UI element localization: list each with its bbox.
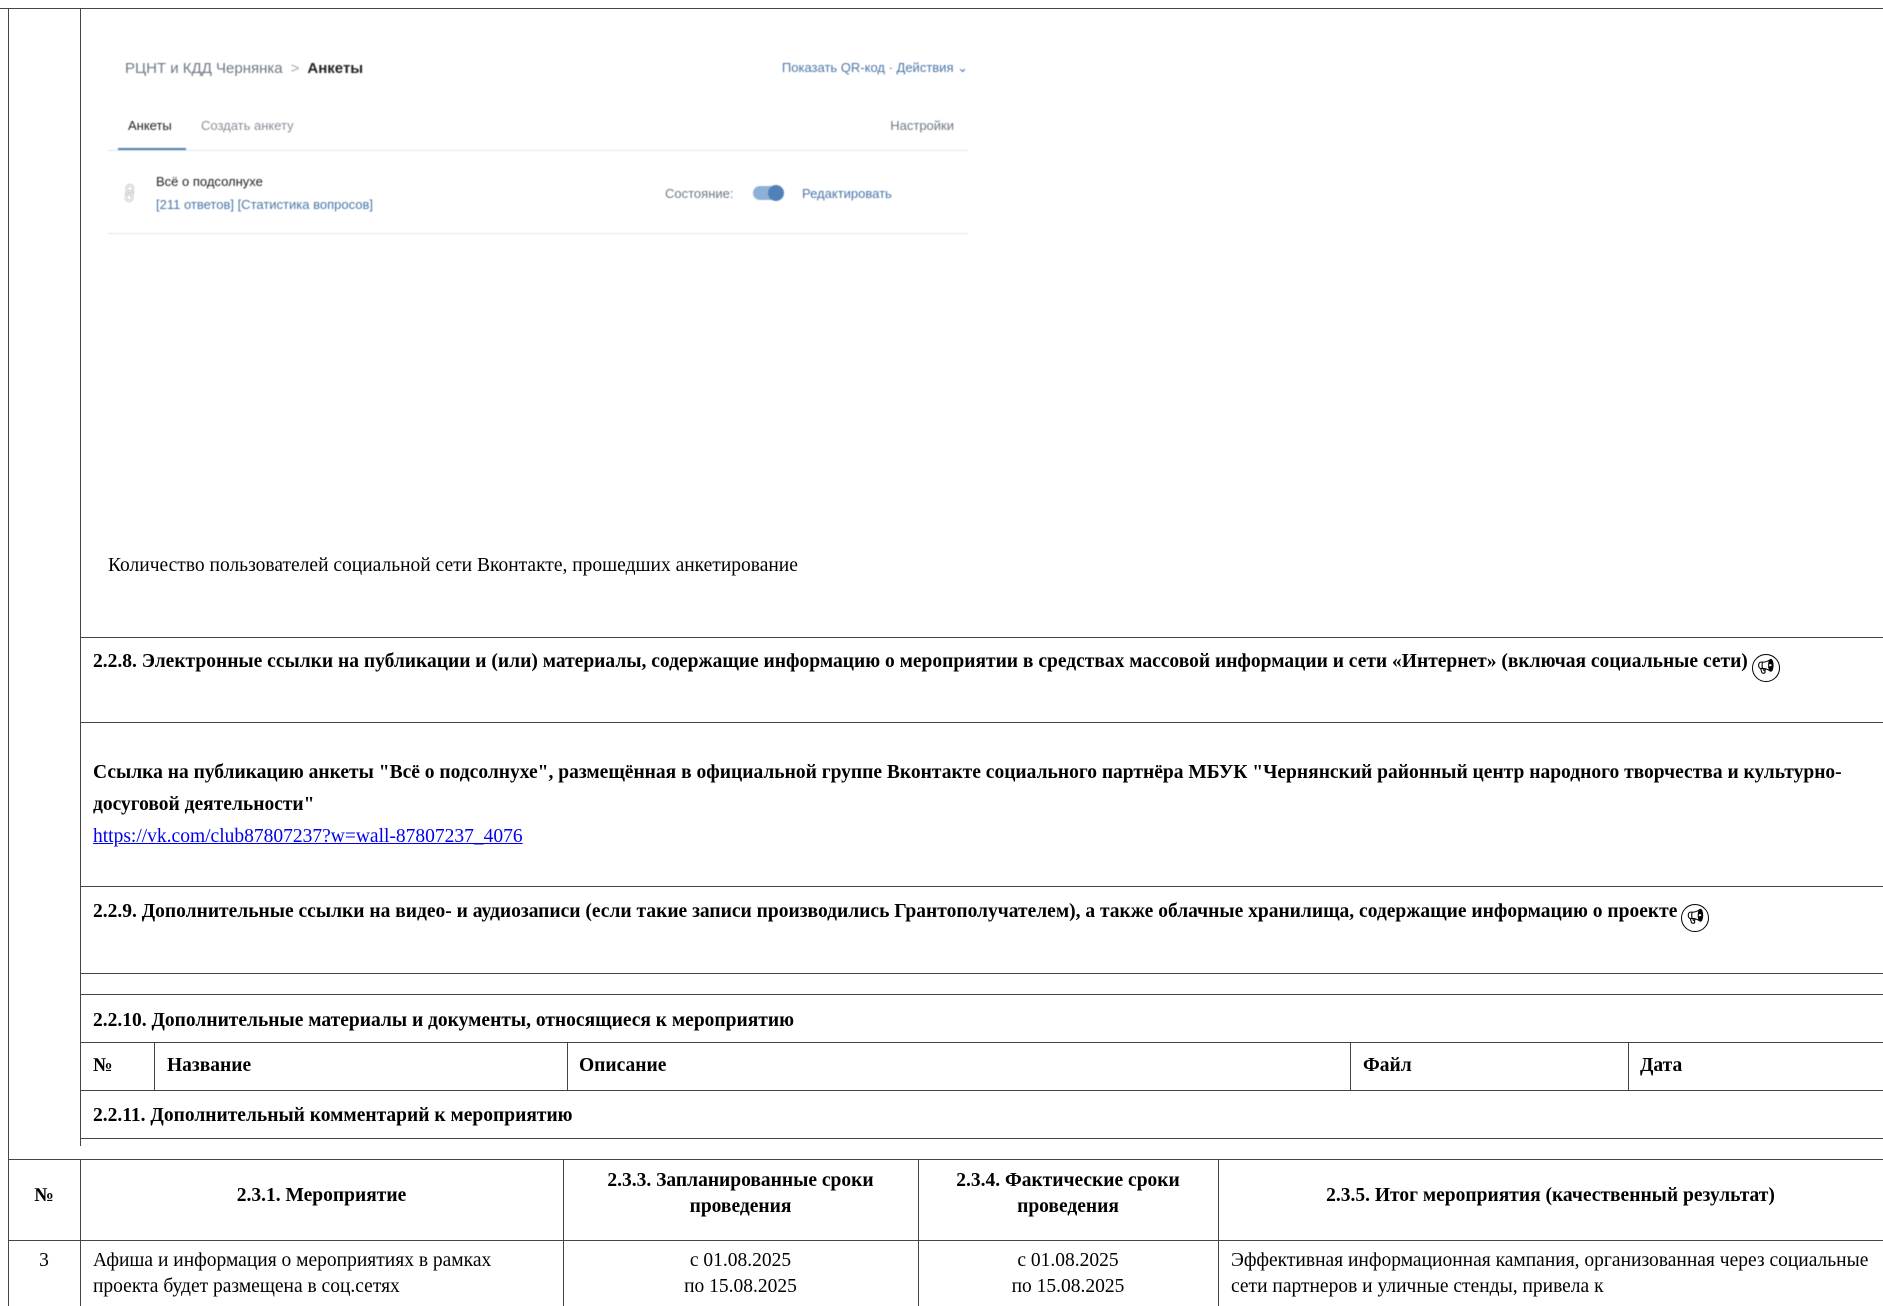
section-divider — [80, 994, 1883, 995]
col-divider — [1350, 1042, 1351, 1091]
qr-actions-link[interactable]: Показать QR-код · Действия ⌄ — [782, 60, 968, 76]
survey-title[interactable]: Всё о подсолнухе — [156, 174, 263, 189]
section-2-2-8-heading: 2.2.8. Электронные ссылки на публикации … — [93, 646, 1883, 682]
col-divider — [80, 1159, 81, 1306]
events-col-planned: 2.3.3. Запланированные сроки проведения — [607, 1170, 874, 1217]
left-border — [8, 8, 9, 1306]
megaphone-icon: 📢︎ — [1751, 654, 1780, 682]
col-divider — [567, 1042, 568, 1091]
section-divider — [80, 886, 1883, 887]
events-table-top — [8, 1159, 1883, 1160]
divider — [108, 150, 968, 151]
section-2-2-9-heading: 2.2.9. Дополнительные ссылки на видео- и… — [93, 896, 1883, 932]
section-2-2-11-heading: 2.2.11. Дополнительный комментарий к мер… — [93, 1105, 573, 1126]
materials-col-num: № — [93, 1055, 113, 1076]
events-col-result: 2.3.5. Итог мероприятия (качественный ре… — [1326, 1185, 1775, 1206]
section-divider — [80, 1138, 1883, 1139]
publication-link-wrapper: https://vk.com/club87807237?w=wall-87807… — [93, 824, 523, 850]
vk-survey-screenshot: РЦНТ и КДД Чернянка > Анкеты Показать QR-к… — [98, 40, 968, 240]
events-col-actual: 2.3.4. Фактические сроки проведения — [956, 1170, 1180, 1217]
toggle-knob — [768, 185, 784, 201]
events-col-event: 2.3.1. Мероприятие — [236, 1185, 407, 1206]
section-2-2-9-text: 2.2.9. Дополнительные ссылки на видео- и… — [93, 901, 1678, 922]
survey-stats-link[interactable]: [211 ответов] [Статистика вопросов] — [156, 197, 373, 212]
state-toggle[interactable] — [753, 185, 784, 201]
breadcrumb: РЦНТ и КДД Чернянка > Анкеты — [125, 60, 363, 77]
megaphone-icon: 📢︎ — [1681, 904, 1710, 932]
section-2-2-8-text: 2.2.8. Электронные ссылки на публикации … — [93, 651, 1748, 672]
event-row-result: Эффективная информационная кампания, орг… — [1231, 1250, 1869, 1297]
actual-to: по 15.08.2025 — [1011, 1276, 1125, 1297]
events-header-bottom — [8, 1240, 1883, 1241]
event-row-actual: с 01.08.2025 по 15.08.2025 — [918, 1248, 1218, 1300]
screenshot-caption: Количество пользователей социальной сети… — [108, 555, 798, 576]
edit-link[interactable]: Редактировать — [802, 186, 892, 201]
planned-from: с 01.08.2025 — [689, 1250, 792, 1271]
inner-left-border — [80, 8, 81, 1146]
divider — [108, 233, 968, 234]
tab-surveys[interactable]: Анкеты — [128, 118, 172, 133]
materials-col-file: Файл — [1363, 1055, 1412, 1076]
section-divider — [80, 973, 1883, 974]
section-divider — [80, 722, 1883, 723]
settings-link[interactable]: Настройки — [890, 118, 954, 133]
breadcrumb-current: Анкеты — [307, 60, 364, 77]
breadcrumb-org[interactable]: РЦНТ и КДД Чернянка — [125, 60, 283, 77]
publication-description: Ссылка на публикацию анкеты "Всё о подсо… — [93, 762, 1842, 815]
tab-create-survey[interactable]: Создать анкету — [201, 118, 294, 133]
table-top — [80, 1042, 1883, 1043]
link-icon: 🔗︎ — [117, 180, 143, 207]
materials-col-description: Описание — [579, 1055, 667, 1076]
table-bottom — [80, 1090, 1883, 1091]
publication-link[interactable]: https://vk.com/club87807237?w=wall-87807… — [93, 826, 523, 847]
col-divider — [1628, 1042, 1629, 1091]
events-col-num: № — [34, 1185, 54, 1206]
state-label: Состояние: — [665, 186, 734, 201]
col-divider — [154, 1042, 155, 1091]
event-row-planned: с 01.08.2025 по 15.08.2025 — [563, 1248, 918, 1300]
breadcrumb-separator: > — [290, 60, 300, 77]
planned-to: по 15.08.2025 — [684, 1276, 797, 1297]
section-2-2-10-heading: 2.2.10. Дополнительные материалы и докум… — [93, 1010, 795, 1031]
materials-col-name: Название — [167, 1055, 252, 1076]
event-row-num: 3 — [39, 1250, 49, 1271]
col-divider — [1218, 1159, 1219, 1306]
actual-from: с 01.08.2025 — [1017, 1250, 1119, 1271]
materials-col-date: Дата — [1640, 1055, 1683, 1076]
event-row-event: Афиша и информация о мероприятиях в рамк… — [93, 1250, 492, 1297]
top-border — [0, 8, 1883, 9]
section-divider — [80, 637, 1883, 638]
